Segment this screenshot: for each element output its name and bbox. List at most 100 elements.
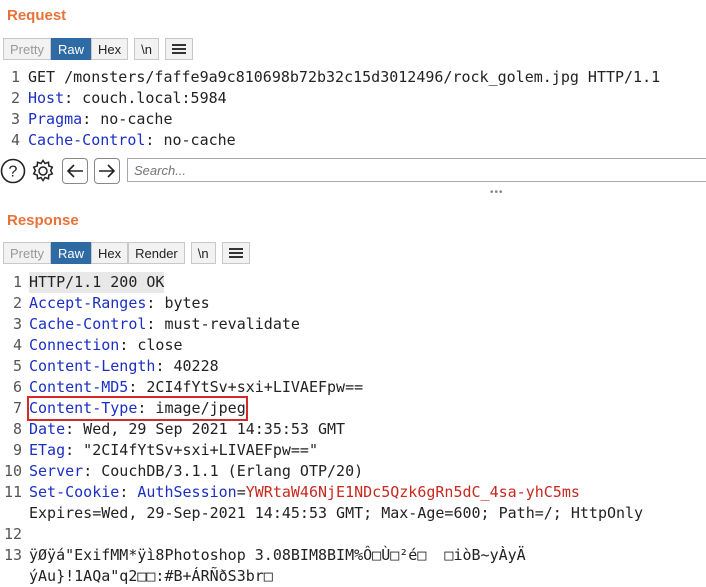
code-token: : couch.local:5984 <box>64 89 227 107</box>
arrow-left-icon <box>66 164 83 178</box>
code-token: : no-cache <box>82 110 173 128</box>
code-token: HTTP/1.1 200 OK <box>29 273 165 291</box>
code-token: Host <box>28 89 65 107</box>
line-number: 8 <box>12 420 22 438</box>
code-token: ÿØÿá"ExifMM*ÿì8Photoshop 3.08BIM8BIM%Ô□Ù… <box>29 546 526 564</box>
line-content: Content-Type: image/jpeg <box>27 396 248 421</box>
line-number: 3 <box>10 110 20 128</box>
request-tab-raw[interactable]: Raw <box>50 38 91 60</box>
previous-button[interactable] <box>62 158 88 184</box>
line-number: 3 <box>12 315 22 333</box>
code-token: = <box>236 483 246 501</box>
line-number: 1 <box>10 68 20 86</box>
request-title: Request <box>7 7 67 24</box>
code-token: : no-cache <box>145 131 236 149</box>
code-token: Cache-Control <box>29 315 147 333</box>
code-token: Set-Cookie <box>29 483 120 501</box>
line-content: ýAu}!1AQa"q2□□:#B+ÁRÑðS3br□ <box>29 566 273 587</box>
line-number <box>0 566 29 587</box>
line-content: Cache-Control: must-revalidate <box>29 314 300 335</box>
code-line: Expires=Wed, 29-Sep-2021 14:45:53 GMT; M… <box>0 503 706 524</box>
response-tab-hex[interactable]: Hex <box>90 242 129 264</box>
line-number: 13 <box>3 546 22 564</box>
code-token: : bytes <box>146 294 210 312</box>
request-tabbar: Pretty Raw Hex \n <box>3 38 193 60</box>
code-token: : "2CI4fYtSv+sxi+LIVAEFpw==" <box>65 441 318 459</box>
gear-icon[interactable] <box>30 158 56 184</box>
code-token: Content-MD5 <box>29 378 129 396</box>
code-token: : 2CI4fYtSv+sxi+LIVAEFpw== <box>128 378 364 396</box>
code-line: 4 Connection: close <box>0 335 706 356</box>
code-line: 10 Server: CouchDB/3.1.1 (Erlang OTP/20) <box>0 461 706 482</box>
code-line: 9 ETag: "2CI4fYtSv+sxi+LIVAEFpw==" <box>0 440 706 461</box>
request-tab-newline[interactable]: \n <box>134 38 159 60</box>
response-editor[interactable]: 1 HTTP/1.1 200 OK 2 Accept-Ranges: bytes 3 Ca… <box>0 272 706 587</box>
code-line: 2 Host: couch.local:5984 <box>0 88 706 109</box>
code-token: AuthSession <box>137 483 237 501</box>
code-token: Cache-Control <box>28 131 146 149</box>
response-tab-raw[interactable]: Raw <box>50 242 91 264</box>
code-line: 2 Accept-Ranges: bytes <box>0 293 706 314</box>
code-token: Date <box>29 420 66 438</box>
code-token: Content-Type <box>29 399 138 417</box>
code-token: : <box>119 483 138 501</box>
pane-divider-handle[interactable]: ••• <box>490 187 504 198</box>
request-tab-hex[interactable]: Hex <box>90 38 129 60</box>
line-number: 6 <box>12 378 22 396</box>
search-input[interactable] <box>127 158 706 182</box>
line-content: GET /monsters/faffe9a9c810698b72b32c15d3… <box>28 67 660 88</box>
line-content: Set-Cookie: AuthSession=YWRtaW46NjE1NDc5… <box>29 482 580 503</box>
line-number: 5 <box>12 357 22 375</box>
line-number: 2 <box>12 294 22 312</box>
line-content: Host: couch.local:5984 <box>28 88 227 109</box>
line-content: ETag: "2CI4fYtSv+sxi+LIVAEFpw==" <box>29 440 318 461</box>
line-number: 10 <box>3 462 22 480</box>
code-line: 1 HTTP/1.1 200 OK <box>0 272 706 293</box>
response-tabbar: Pretty Raw Hex Render \n <box>3 242 250 264</box>
response-tab-pretty[interactable]: Pretty <box>3 242 51 264</box>
code-line: 12 <box>0 524 706 545</box>
request-editor[interactable]: 1 GET /monsters/faffe9a9c810698b72b32c15d… <box>0 67 706 151</box>
code-token: Content-Length <box>29 357 156 375</box>
code-token: Server <box>29 462 84 480</box>
code-token: ýAu}!1AQa"q2□□:#B+ÁRÑðS3br□ <box>29 567 273 585</box>
code-token: : 40228 <box>155 357 219 375</box>
code-line: 5 Content-Length: 40228 <box>0 356 706 377</box>
code-token: : close <box>119 336 183 354</box>
line-content: Accept-Ranges: bytes <box>29 293 210 314</box>
code-line: 7 Content-Type: image/jpeg <box>0 396 706 421</box>
code-token: : Wed, 29 Sep 2021 14:35:53 GMT <box>65 420 346 438</box>
response-tab-newline[interactable]: \n <box>190 242 216 264</box>
code-line: 3 Cache-Control: must-revalidate <box>0 314 706 335</box>
code-line: 3 Pragma: no-cache <box>0 109 706 130</box>
help-icon[interactable]: ? <box>0 158 26 184</box>
next-button[interactable] <box>94 158 120 184</box>
request-menu-button[interactable] <box>164 38 193 60</box>
line-content: Content-Length: 40228 <box>29 356 219 377</box>
hamburger-icon <box>228 248 243 258</box>
code-line: 1 GET /monsters/faffe9a9c810698b72b32c15d… <box>0 67 706 88</box>
request-tab-pretty[interactable]: Pretty <box>3 38 51 60</box>
response-menu-button[interactable] <box>221 242 250 264</box>
line-content: Content-MD5: 2CI4fYtSv+sxi+LIVAEFpw== <box>29 377 363 398</box>
line-number: 4 <box>10 131 20 149</box>
code-token: : image/jpeg <box>137 399 246 417</box>
line-number: 1 <box>12 273 22 291</box>
code-line: 8 Date: Wed, 29 Sep 2021 14:35:53 GMT <box>0 419 706 440</box>
response-title: Response <box>7 212 79 229</box>
code-line: 11 Set-Cookie: AuthSession=YWRtaW46NjE1ND… <box>0 482 706 503</box>
code-token: YWRtaW46NjE1NDc5Qzk6gRn5dC_4sa-yhC5ms <box>245 483 580 501</box>
response-tab-render[interactable]: Render <box>128 242 185 264</box>
code-token: GET /monsters/faffe9a9c810698b72b32c15d3… <box>28 68 661 86</box>
line-content: Expires=Wed, 29-Sep-2021 14:45:53 GMT; M… <box>29 503 643 524</box>
line-content: ÿØÿá"ExifMM*ÿì8Photoshop 3.08BIM8BIM%Ô□Ù… <box>29 545 526 566</box>
code-token: : CouchDB/3.1.1 (Erlang OTP/20) <box>83 462 364 480</box>
line-number: 7 <box>12 399 22 417</box>
line-content: Connection: close <box>29 335 183 356</box>
line-number: 9 <box>12 441 22 459</box>
code-token: Expires=Wed, 29-Sep-2021 14:45:53 GMT; M… <box>29 504 644 522</box>
line-content: Date: Wed, 29 Sep 2021 14:35:53 GMT <box>29 419 345 440</box>
line-number: 2 <box>10 89 20 107</box>
svg-text:?: ? <box>9 164 18 181</box>
hamburger-icon <box>171 44 186 54</box>
